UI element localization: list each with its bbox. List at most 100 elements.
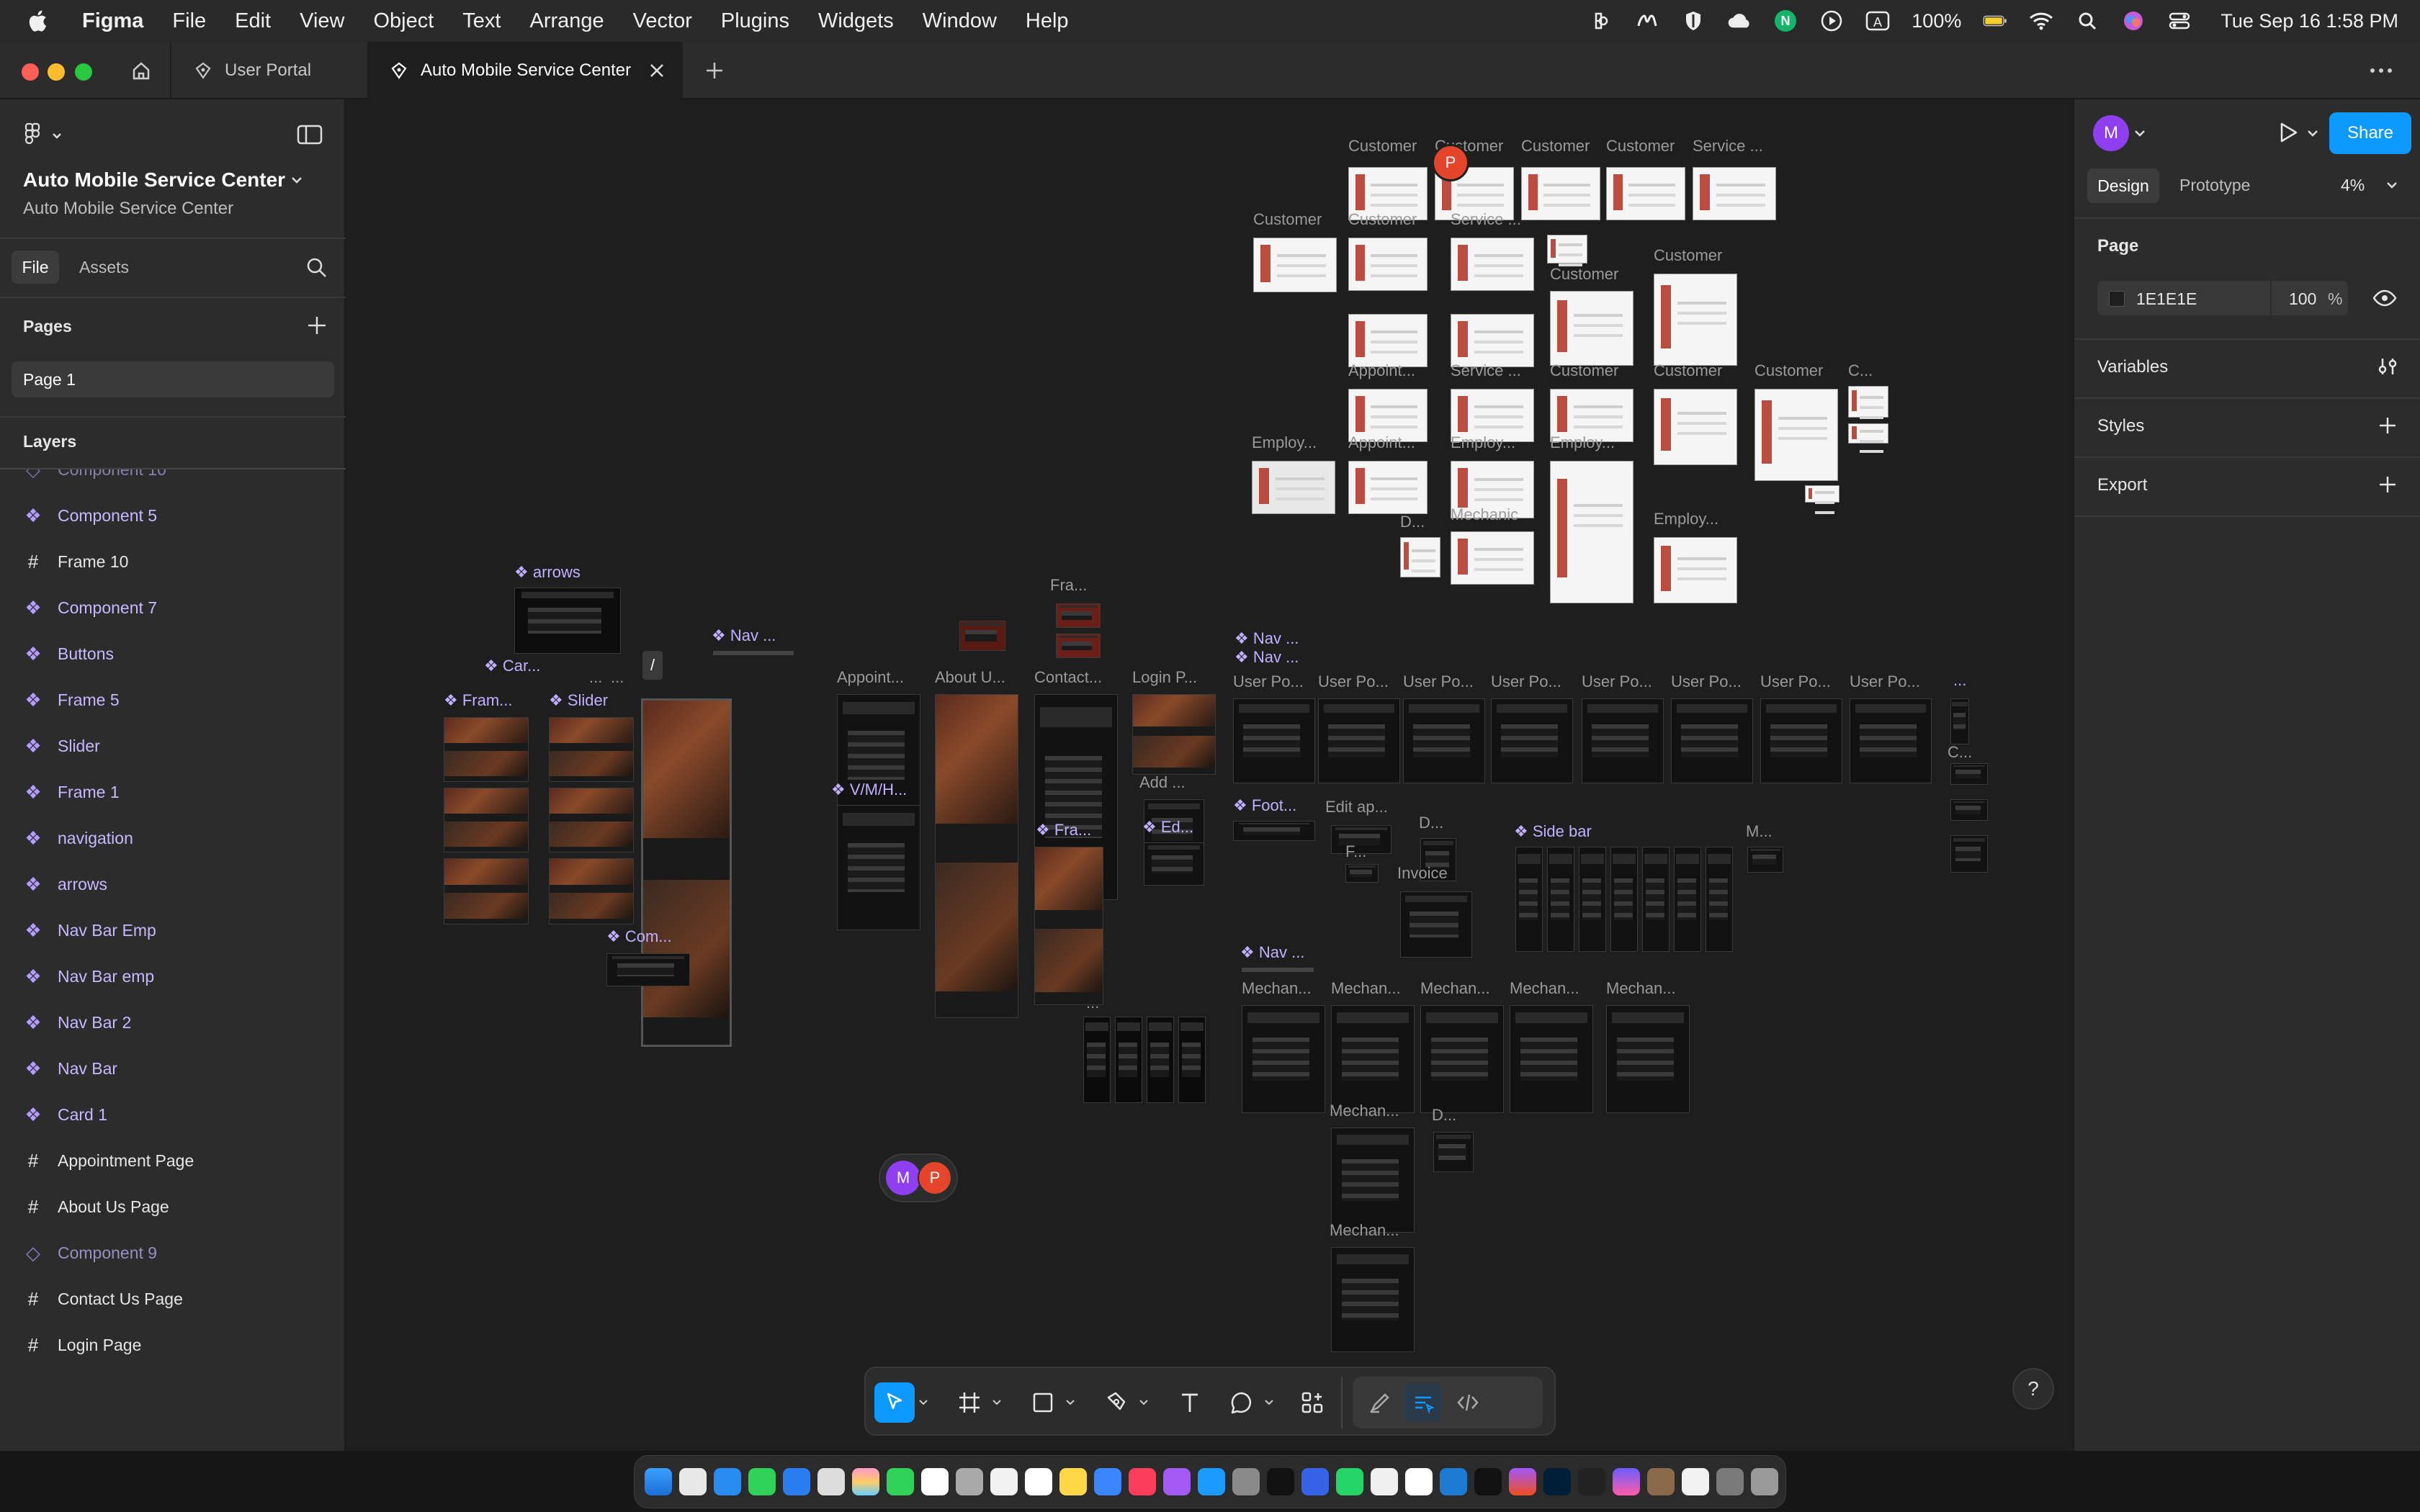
frame-thumbnail[interactable] <box>1606 167 1685 220</box>
present-chevron-icon[interactable] <box>2306 128 2319 142</box>
layer-item[interactable]: ❖ Nav Bar 2 <box>0 999 346 1045</box>
layers-list[interactable]: ◇ Component 10 ❖ Component 5 # Frame 10 ❖ Co… <box>0 469 346 1451</box>
app-icon[interactable] <box>1613 1468 1640 1495</box>
textedit-icon[interactable] <box>1371 1468 1398 1495</box>
frame-thumbnail[interactable] <box>1610 847 1638 952</box>
visibility-eye-icon[interactable] <box>2372 287 2397 313</box>
menu-widgets[interactable]: Widgets <box>818 9 894 33</box>
file-title[interactable]: Auto Mobile Service Center <box>23 168 285 192</box>
menu-file[interactable]: File <box>172 9 206 33</box>
frame-thumbnail[interactable] <box>1147 1017 1174 1103</box>
frame-thumbnail[interactable] <box>1582 698 1664 783</box>
frame-thumbnail[interactable] <box>1579 847 1606 952</box>
layer-item[interactable]: ❖ arrows <box>0 861 346 907</box>
menubar-clock[interactable]: Tue Sep 16 1:58 PM <box>2220 10 2398 32</box>
frame-thumbnail[interactable] <box>1521 167 1600 220</box>
frame-thumbnail[interactable] <box>1706 847 1733 952</box>
cloud-icon[interactable] <box>1727 10 1752 32</box>
layer-item[interactable]: ◇ Component 9 <box>0 1230 346 1276</box>
layer-item[interactable]: # Login Page <box>0 1322 346 1368</box>
shape-tool-chevron-icon[interactable] <box>1063 1384 1077 1421</box>
layer-item[interactable]: ❖ Slider <box>0 723 346 769</box>
frame-thumbnail[interactable] <box>1547 235 1587 264</box>
notes-icon[interactable] <box>1059 1468 1087 1495</box>
frame-thumbnail[interactable] <box>549 788 634 852</box>
frame-label[interactable]: Customer <box>1654 361 1722 380</box>
tab-user-portal[interactable]: User Portal <box>170 42 366 99</box>
calendar-icon[interactable] <box>921 1468 949 1495</box>
app-name[interactable]: Figma <box>82 9 143 33</box>
layer-item[interactable]: ❖ Buttons <box>0 631 346 677</box>
facetime-icon[interactable] <box>887 1468 914 1495</box>
frame-label[interactable]: User Po... <box>1760 672 1831 691</box>
window-close-button[interactable] <box>22 63 39 81</box>
frame-thumbnail[interactable] <box>1345 864 1379 883</box>
figma-menubar-icon[interactable] <box>1589 10 1613 32</box>
add-style-plus-icon[interactable] <box>2377 415 2398 440</box>
frame-label[interactable]: User Po... <box>1318 672 1389 691</box>
frame-thumbnail[interactable] <box>1056 634 1101 658</box>
frame-thumbnail[interactable] <box>1642 847 1670 952</box>
siri-icon[interactable] <box>2121 10 2146 32</box>
frame-thumbnail[interactable] <box>1850 698 1932 783</box>
menu-view[interactable]: View <box>300 9 344 33</box>
messages-icon[interactable] <box>748 1468 776 1495</box>
frame-thumbnail[interactable] <box>1805 485 1839 503</box>
finder-icon[interactable] <box>645 1468 672 1495</box>
battery-icon[interactable] <box>1983 10 2007 32</box>
frame-label[interactable]: D... <box>1432 1106 1456 1125</box>
layer-item[interactable]: ❖ Frame 1 <box>0 769 346 815</box>
frame-thumbnail[interactable] <box>1420 1005 1504 1113</box>
slash-marker[interactable]: / <box>642 651 663 680</box>
control-center-icon[interactable] <box>2167 10 2192 32</box>
frame-label[interactable]: User Po... <box>1671 672 1742 691</box>
menu-window[interactable]: Window <box>923 9 997 33</box>
menu-arrange[interactable]: Arrange <box>529 9 604 33</box>
frame-thumbnail[interactable] <box>1252 461 1335 514</box>
layer-item[interactable]: ❖ Nav Bar Emp <box>0 907 346 953</box>
frame-label[interactable]: Appoint... <box>1348 433 1415 452</box>
whatsapp-icon[interactable] <box>1336 1468 1363 1495</box>
reminders-icon[interactable] <box>990 1468 1018 1495</box>
frame-label[interactable]: Mechan... <box>1330 1102 1399 1120</box>
new-tab-plus-icon[interactable] <box>703 59 726 82</box>
frame-thumbnail[interactable] <box>1178 1017 1206 1103</box>
variables-heading[interactable]: Variables <box>2097 357 2168 377</box>
more-options-icon[interactable] <box>2367 59 2396 82</box>
component-label-slider[interactable]: ❖ Slider <box>549 691 608 710</box>
layer-item[interactable]: ❖ Nav Bar emp <box>0 953 346 999</box>
frame-label[interactable]: Mechan... <box>1242 979 1312 998</box>
frame-label[interactable]: F... <box>1345 842 1366 861</box>
frame-thumbnail[interactable] <box>1606 1005 1690 1113</box>
keynote-icon[interactable] <box>1094 1468 1121 1495</box>
frame-thumbnail[interactable] <box>837 805 920 930</box>
frame-thumbnail[interactable] <box>549 858 634 924</box>
page-color-hex[interactable]: 1E1E1E <box>2136 289 2197 309</box>
file-title-chevron-icon[interactable] <box>290 174 304 186</box>
frame-thumbnail[interactable] <box>1550 461 1634 603</box>
frame-thumbnail[interactable] <box>1115 1017 1142 1103</box>
frame-label[interactable]: Mechan... <box>1606 979 1676 998</box>
frame-label[interactable]: Mechan... <box>1330 1221 1399 1240</box>
main-menu-figma-icon[interactable] <box>23 121 66 150</box>
frame-label[interactable]: Service ... <box>1693 137 1763 156</box>
apple-tv-icon[interactable] <box>1267 1468 1294 1495</box>
layer-item[interactable]: ❖ Component 7 <box>0 585 346 631</box>
component-label-nav[interactable]: ❖ Nav ... <box>1234 648 1299 667</box>
comment-tool-icon[interactable] <box>1223 1384 1260 1421</box>
component-label-nav[interactable]: ❖ Nav ... <box>712 626 776 645</box>
frame-thumbnail[interactable] <box>1674 847 1701 952</box>
frame-thumbnail[interactable] <box>549 717 634 782</box>
menu-help[interactable]: Help <box>1026 9 1069 33</box>
podcasts-icon[interactable] <box>1163 1468 1191 1495</box>
frame-label[interactable]: Mechan... <box>1510 979 1579 998</box>
layer-item[interactable]: ❖ navigation <box>0 815 346 861</box>
pen-tool-icon[interactable] <box>1098 1384 1135 1421</box>
menu-text[interactable]: Text <box>462 9 501 33</box>
frame-thumbnail[interactable] <box>1348 314 1428 367</box>
frame-thumbnail[interactable] <box>1693 167 1776 220</box>
frame-label[interactable]: Customer <box>1253 210 1322 229</box>
frame-thumbnail[interactable] <box>1144 842 1204 886</box>
menu-plugins[interactable]: Plugins <box>721 9 789 33</box>
frame-thumbnail[interactable] <box>1253 238 1337 292</box>
